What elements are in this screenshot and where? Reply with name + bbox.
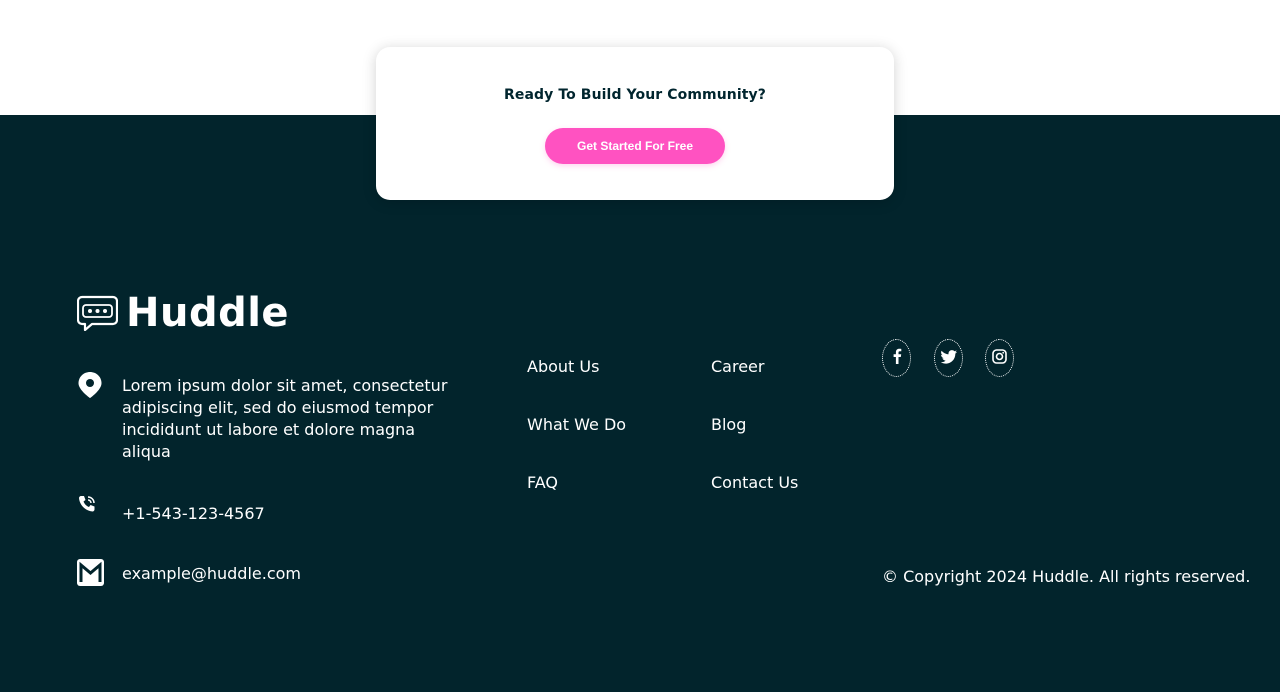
cta-card: Ready To Build Your Community? Get Start… xyxy=(376,47,894,200)
facebook-icon xyxy=(892,348,902,368)
chat-bubble-icon xyxy=(76,295,119,332)
email-row: example@huddle.com xyxy=(77,558,301,586)
nav-about-us[interactable]: About Us xyxy=(527,356,599,378)
address-text: Lorem ipsum dolor sit amet, consectetur … xyxy=(122,376,448,461)
phone-icon xyxy=(77,494,105,522)
location-pin-icon xyxy=(77,371,105,399)
copyright-text: © Copyright 2024 Huddle. All rights rese… xyxy=(882,567,1251,586)
get-started-button[interactable]: Get Started For Free xyxy=(545,128,725,164)
nav-blog[interactable]: Blog xyxy=(711,414,746,436)
nav-what-we-do[interactable]: What We Do xyxy=(527,414,626,436)
cta-heading: Ready To Build Your Community? xyxy=(503,87,766,103)
mail-icon xyxy=(77,558,105,586)
nav-career[interactable]: Career xyxy=(711,356,764,378)
address-row: Lorem ipsum dolor sit amet, consectetur … xyxy=(77,371,447,461)
footer-logo[interactable]: Huddle xyxy=(76,290,290,336)
phone-text: +1-543-123-4567 xyxy=(122,504,265,523)
nav-contact-us[interactable]: Contact Us xyxy=(711,472,798,494)
phone-row: +1-543-123-4567 xyxy=(77,494,265,523)
twitter-link[interactable] xyxy=(934,339,963,377)
facebook-link[interactable] xyxy=(882,339,911,377)
instagram-link[interactable] xyxy=(985,339,1014,377)
nav-faq[interactable]: FAQ xyxy=(527,472,558,494)
email-text: example@huddle.com xyxy=(122,564,302,583)
twitter-icon xyxy=(940,349,957,368)
instagram-icon xyxy=(992,348,1007,368)
brand-name: Huddle xyxy=(126,290,290,336)
